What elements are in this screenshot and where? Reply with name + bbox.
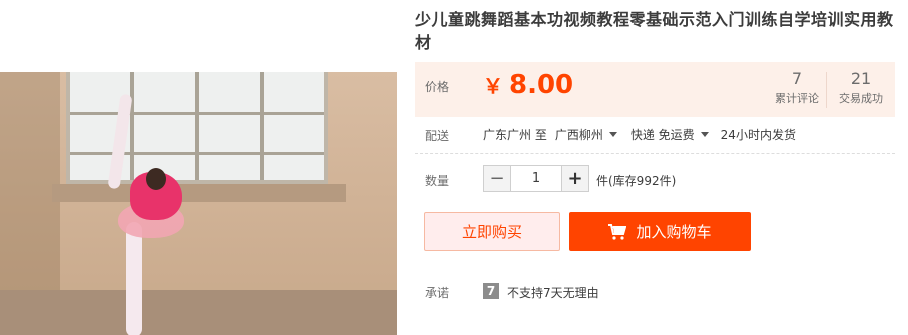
dancer-standing-leg <box>126 222 142 335</box>
chevron-down-icon <box>608 131 617 137</box>
trades-stat: 21 交易成功 <box>827 69 895 109</box>
reviews-label: 累计评论 <box>775 92 819 105</box>
photo-window <box>66 72 328 184</box>
ship-method-select[interactable]: 快递 免运费 <box>631 126 709 143</box>
seven-day-icon: 7 <box>483 283 499 299</box>
currency-symbol: ￥ <box>483 74 503 98</box>
reviews-stat[interactable]: 7 累计评论 <box>767 69 827 109</box>
quantity-input[interactable]: 1 <box>511 165 561 192</box>
price-panel: 价格 ￥ 8.00 7 累计评论 21 交易成功 <box>415 62 895 117</box>
shipping-label: 配送 <box>425 129 450 143</box>
section-divider <box>415 153 895 154</box>
photo-floor <box>0 290 397 335</box>
ship-method-value: 快递 免运费 <box>630 127 695 142</box>
dancer-head <box>146 168 166 190</box>
ship-from: 广东广州 至 <box>483 127 547 142</box>
shopping-cart-icon <box>608 223 627 240</box>
ship-to-select[interactable]: 广西柳州 <box>555 126 617 143</box>
chevron-down-icon <box>700 131 709 137</box>
stock-info: 件(库存992件) <box>596 174 677 188</box>
product-title: 少儿童跳舞蹈基本功视频教程零基础示范入门训练自学培训实用教材 <box>415 10 894 52</box>
photo-window-sill <box>52 184 346 202</box>
promise-text: 不支持7天无理由 <box>507 286 599 300</box>
buy-now-button[interactable]: 立即购买 <box>424 212 560 251</box>
quantity-stepper: − 1 + <box>483 165 589 192</box>
ship-to-value: 广西柳州 <box>554 127 603 142</box>
quantity-label: 数量 <box>425 174 450 188</box>
trades-label: 交易成功 <box>839 92 883 105</box>
price-value: ￥ 8.00 <box>483 70 573 100</box>
quantity-decrease-button[interactable]: − <box>483 165 511 192</box>
add-to-cart-label: 加入购物车 <box>636 223 712 241</box>
product-photo[interactable] <box>0 72 397 335</box>
quantity-increase-button[interactable]: + <box>561 165 589 192</box>
trades-count: 21 <box>850 69 872 88</box>
dispatch-time: 24小时内发货 <box>720 127 796 142</box>
add-to-cart-button[interactable]: 加入购物车 <box>569 212 751 251</box>
price-label: 价格 <box>425 80 450 94</box>
reviews-count: 7 <box>791 69 803 88</box>
price-amount: 8.00 <box>509 70 574 100</box>
promise-label: 承诺 <box>425 286 450 300</box>
shipping-row: 广东广州 至 广西柳州 快递 免运费 24小时内发货 <box>483 126 796 142</box>
